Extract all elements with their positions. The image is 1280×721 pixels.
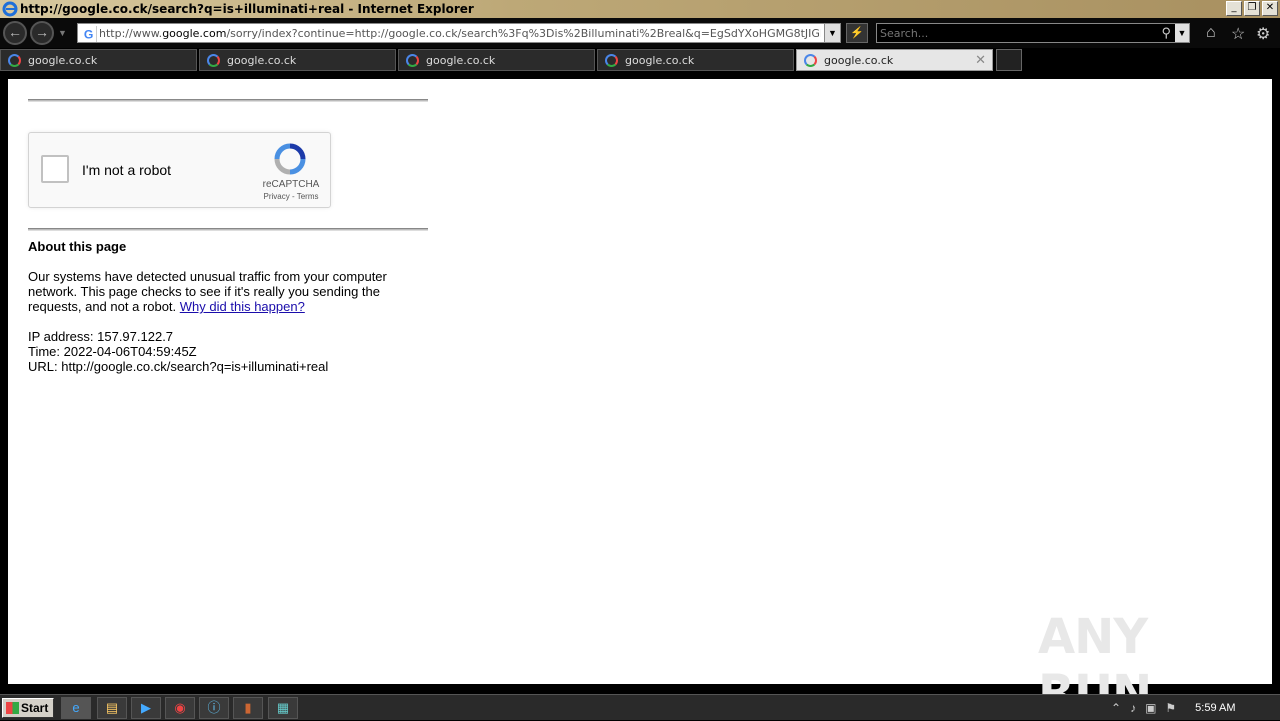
taskbar-explorer-icon[interactable]: ▤ <box>97 697 127 719</box>
address-dropdown-button[interactable]: ▼ <box>824 24 840 42</box>
recaptcha-brand: reCAPTCHA <box>262 179 320 190</box>
taskbar: Start e ▤ ▶ ◉ ⓘ ▮ ▦ ⌃ ♪ ▣ ⚑ 5:59 AM <box>0 694 1280 720</box>
recaptcha-logo-icon <box>274 143 306 175</box>
show-hidden-icons-icon[interactable]: ⌃ <box>1111 701 1121 715</box>
address-bar[interactable]: G http://www.google.com/sorry/index?cont… <box>77 23 841 43</box>
google-favicon-icon <box>8 53 21 67</box>
search-icon[interactable]: ⚲ <box>1161 25 1171 41</box>
back-button[interactable]: ← <box>3 21 27 45</box>
tab-label: google.co.ck <box>227 53 297 67</box>
address-url[interactable]: http://www.google.com/sorry/index?contin… <box>99 27 821 40</box>
window-title: http://google.co.ck/search?q=is+illumina… <box>20 2 474 16</box>
tab-label: google.co.ck <box>625 53 695 67</box>
divider <box>28 228 428 231</box>
ip-address-text: IP address: 157.97.122.7 <box>28 329 174 344</box>
tab-1[interactable]: google.co.ck <box>0 49 197 71</box>
network-icon[interactable]: ▣ <box>1145 701 1156 715</box>
why-did-this-happen-link[interactable]: Why did this happen? <box>180 299 305 314</box>
search-input[interactable] <box>880 26 1150 41</box>
tab-3[interactable]: google.co.ck <box>398 49 595 71</box>
forward-arrow-icon: → <box>35 24 49 40</box>
tab-4[interactable]: google.co.ck <box>597 49 794 71</box>
url-text: URL: http://google.co.ck/search?q=is+ill… <box>28 359 329 374</box>
taskbar-media-player-icon[interactable]: ▶ <box>131 697 161 719</box>
system-tray: ⌃ ♪ ▣ ⚑ 5:59 AM <box>1105 695 1280 721</box>
google-favicon-icon <box>406 53 419 67</box>
internet-explorer-icon <box>2 1 18 17</box>
about-heading: About this page <box>28 239 127 254</box>
recent-pages-dropdown[interactable]: ▼ <box>58 28 67 38</box>
about-text: Our systems have detected unusual traffi… <box>28 269 428 314</box>
tab-label: google.co.ck <box>28 53 98 67</box>
google-favicon-icon <box>605 53 618 67</box>
minimize-button[interactable]: _ <box>1226 1 1242 16</box>
tab-5-active[interactable]: google.co.ck ✕ <box>796 49 993 71</box>
home-icon[interactable]: ⌂ <box>1206 24 1216 42</box>
forward-button[interactable]: → <box>30 21 54 45</box>
taskbar-app-icon[interactable]: ▦ <box>268 697 298 719</box>
start-button[interactable]: Start <box>2 698 54 718</box>
search-box[interactable]: ⚲ ▼ <box>876 23 1190 43</box>
taskbar-internet-explorer-icon[interactable]: e <box>61 697 91 719</box>
close-window-button[interactable]: ✕ <box>1262 1 1278 16</box>
taskbar-app-icon[interactable]: ▮ <box>233 697 263 719</box>
maximize-button[interactable]: ❐ <box>1244 1 1260 16</box>
recaptcha-privacy-terms-links[interactable]: Privacy - Terms <box>255 192 327 201</box>
recaptcha-checkbox[interactable] <box>41 155 69 183</box>
gear-icon[interactable]: ⚙ <box>1256 24 1270 44</box>
tab-bar: google.co.ck google.co.ck google.co.ck g… <box>0 48 1280 72</box>
clock[interactable]: 5:59 AM <box>1195 702 1235 714</box>
google-favicon-icon <box>207 53 220 67</box>
navigation-bar: ← → ▼ G http://www.google.com/sorry/inde… <box>0 18 1280 48</box>
divider <box>28 99 428 102</box>
action-center-flag-icon[interactable]: ⚑ <box>1165 701 1176 715</box>
new-tab-button[interactable] <box>996 49 1022 71</box>
tab-label: google.co.ck <box>426 53 496 67</box>
tab-2[interactable]: google.co.ck <box>199 49 396 71</box>
taskbar-app-icon[interactable]: ⓘ <box>199 697 229 719</box>
search-dropdown-button[interactable]: ▼ <box>1175 24 1189 42</box>
page-content: I'm not a robot reCAPTCHA Privacy - Term… <box>8 79 1272 721</box>
taskbar-chrome-icon[interactable]: ◉ <box>165 697 195 719</box>
google-favicon-icon: G <box>84 26 97 42</box>
time-text: Time: 2022-04-06T04:59:45Z <box>28 344 197 359</box>
compatibility-view-button[interactable]: ⚡ <box>846 23 868 43</box>
close-tab-icon[interactable]: ✕ <box>975 52 986 68</box>
google-favicon-icon <box>804 53 817 67</box>
title-bar: http://google.co.ck/search?q=is+illumina… <box>0 0 1280 18</box>
svg-text:G: G <box>84 28 93 42</box>
recaptcha-label: I'm not a robot <box>82 162 172 178</box>
start-label: Start <box>21 701 49 715</box>
tab-label: google.co.ck <box>824 53 894 67</box>
favorites-star-icon[interactable]: ☆ <box>1231 24 1245 44</box>
compatibility-icon: ⚡ <box>850 27 864 39</box>
back-arrow-icon: ← <box>8 24 22 40</box>
windows-logo-icon <box>6 702 19 714</box>
volume-icon[interactable]: ♪ <box>1130 701 1136 715</box>
recaptcha-widget: I'm not a robot reCAPTCHA Privacy - Term… <box>28 132 331 208</box>
